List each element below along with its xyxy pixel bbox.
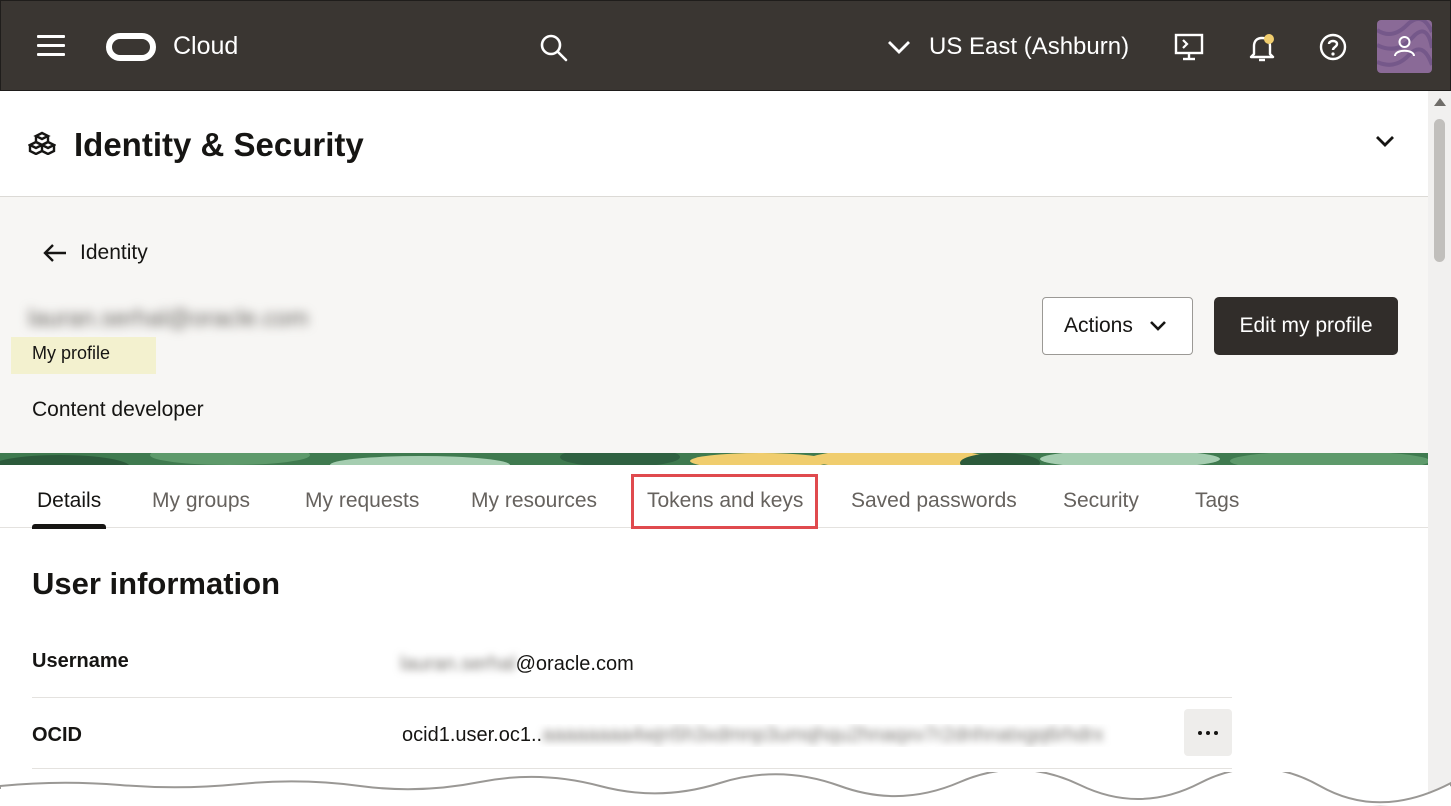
profile-header: Identity lauran.serhal@oracle.com My pro… bbox=[0, 197, 1428, 453]
torn-edge-decoration bbox=[0, 772, 1451, 806]
ocid-prefix: ocid1.user.oc1.. bbox=[402, 724, 543, 746]
more-icon[interactable] bbox=[1184, 709, 1232, 756]
tab-my-groups[interactable]: My groups bbox=[152, 489, 250, 513]
highlight-annotation bbox=[631, 474, 818, 529]
tab-saved-passwords[interactable]: Saved passwords bbox=[851, 489, 1017, 513]
cloud-shell-icon[interactable] bbox=[1173, 31, 1205, 63]
user-information-heading: User information bbox=[32, 566, 281, 601]
ocid-label: OCID bbox=[32, 724, 82, 746]
user-role: Content developer bbox=[32, 398, 204, 421]
active-tab-indicator bbox=[32, 524, 106, 529]
section-header: Identity & Security bbox=[0, 91, 1428, 197]
tab-details[interactable]: Details bbox=[37, 489, 101, 513]
username-domain: @oracle.com bbox=[515, 653, 634, 675]
actions-label: Actions bbox=[1064, 314, 1133, 337]
ocid-redacted: aaaaaaaa4wjn5h3xdmnp3umqhqu2hnaqxv7r2dnh… bbox=[542, 724, 1104, 746]
oracle-logo[interactable] bbox=[106, 33, 156, 61]
chevron-down-icon bbox=[1149, 321, 1166, 331]
brand-label[interactable]: Cloud bbox=[173, 32, 238, 61]
username-label: Username bbox=[32, 650, 129, 672]
tab-tags[interactable]: Tags bbox=[1195, 489, 1239, 513]
ocid-value: ocid1.user.oc1.. aaaaaaaa4wjn5h3xdmnp3um… bbox=[402, 724, 1172, 747]
actions-button[interactable]: Actions bbox=[1042, 297, 1193, 355]
boxes-icon bbox=[28, 131, 56, 155]
bell-icon[interactable] bbox=[1246, 31, 1278, 63]
tab-my-requests[interactable]: My requests bbox=[305, 489, 419, 513]
page-title: Identity & Security bbox=[74, 126, 364, 163]
top-navigation-bar: Cloud US East (Ashburn) bbox=[0, 0, 1451, 91]
back-link-label: Identity bbox=[80, 241, 148, 264]
scrollbar[interactable] bbox=[1428, 91, 1451, 806]
scrollbar-thumb[interactable] bbox=[1434, 119, 1445, 262]
chevron-down-icon[interactable] bbox=[1374, 133, 1396, 149]
row-divider bbox=[32, 697, 1232, 698]
avatar[interactable] bbox=[1377, 20, 1432, 73]
row-divider bbox=[32, 768, 1232, 769]
search-icon[interactable] bbox=[539, 33, 569, 63]
edit-profile-button[interactable]: Edit my profile bbox=[1214, 297, 1398, 355]
tab-security[interactable]: Security bbox=[1063, 489, 1139, 513]
region-label: US East (Ashburn) bbox=[929, 33, 1130, 60]
back-link[interactable]: Identity bbox=[42, 241, 148, 265]
username-value: lauran.serhal @oracle.com bbox=[400, 653, 634, 676]
help-icon[interactable] bbox=[1317, 31, 1349, 63]
username-redacted: lauran.serhal bbox=[400, 653, 516, 675]
tab-my-resources[interactable]: My resources bbox=[471, 489, 597, 513]
user-email-redacted: lauran.serhal@oracle.com bbox=[28, 305, 309, 332]
chevron-down-icon bbox=[888, 41, 910, 54]
profile-badge: My profile bbox=[11, 337, 156, 374]
scroll-up-arrow-icon[interactable] bbox=[1434, 98, 1446, 106]
menu-icon[interactable] bbox=[37, 35, 65, 59]
arrow-left-icon bbox=[43, 244, 66, 262]
region-selector[interactable]: US East (Ashburn) bbox=[885, 31, 1129, 63]
decorative-banner bbox=[0, 453, 1428, 465]
